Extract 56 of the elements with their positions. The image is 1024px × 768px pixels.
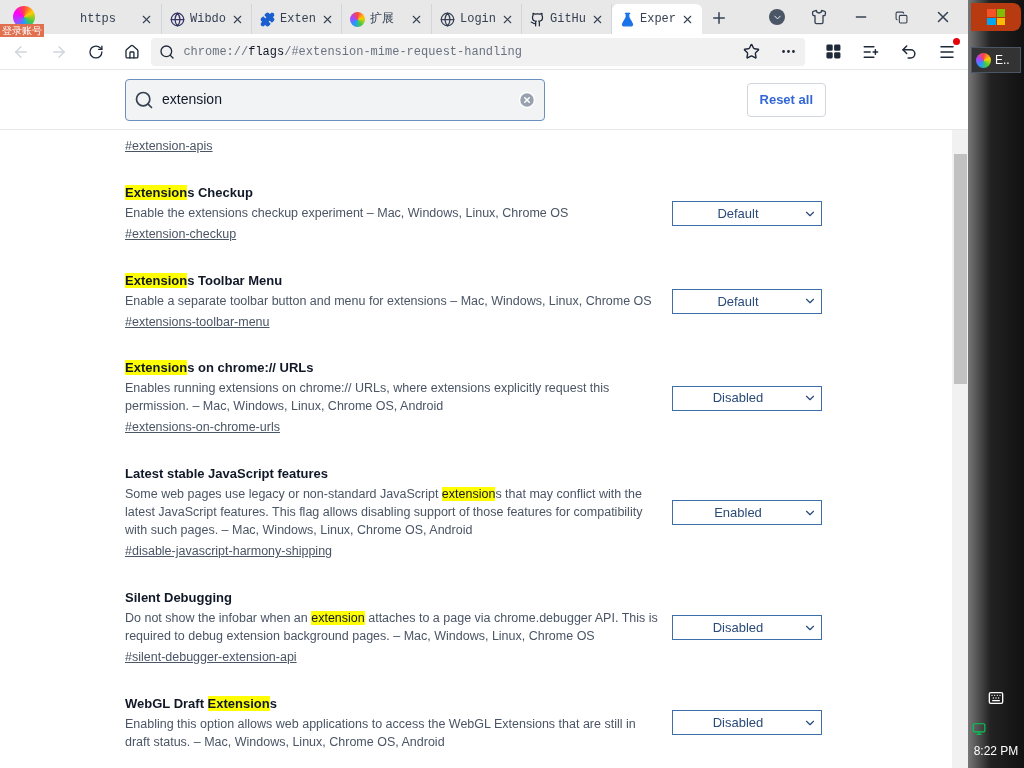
flag-link[interactable]: #extensions-toolbar-menu [125, 312, 270, 332]
flag-link[interactable]: #silent-debugger-extension-api [125, 647, 297, 667]
flag-link[interactable]: #extension-apis [125, 137, 213, 156]
flag-select[interactable]: Disabled [672, 385, 822, 411]
flag-link[interactable]: #disable-javascript-harmony-shipping [125, 542, 333, 561]
globe-icon [440, 11, 455, 27]
flag-description: Enable a separate toolbar button and menu for extensions – Mac, Windows, Linux, Chrome OS [125, 292, 653, 310]
flag-description: Enabling this option allows web applications to access the WebGL Extensions that are still in draft status. – Mac, Windows, Linux, Chrome OS, Android [125, 715, 637, 751]
flag-select[interactable]: Default [672, 201, 822, 227]
windows-logo-icon [987, 9, 1005, 25]
restore-icon[interactable] [895, 10, 908, 24]
clock: 8:22 PM [973, 743, 1019, 760]
github-icon [530, 11, 545, 27]
flag-title: WebGL Draft Extensions [125, 694, 278, 712]
flag-title: Silent Debugging [125, 588, 233, 606]
flag-title: Latest stable JavaScript features [125, 465, 330, 482]
flag-title: Extensions Toolbar Menu [125, 271, 284, 289]
browser-tab[interactable]: Wibdo [162, 4, 252, 34]
flag-select[interactable]: Disabled [672, 710, 822, 735]
flag-description: Enable the extensions checkup experiment – Mac, Windows, Linux, Chrome OS [125, 204, 570, 222]
taskbar-button[interactable]: E.. [971, 47, 1021, 73]
clear-icon[interactable] [518, 90, 536, 109]
search-icon [134, 89, 154, 110]
address-bar[interactable]: chrome://flags/#extension-mime-request-handling [151, 37, 806, 66]
undo-icon[interactable] [900, 42, 918, 61]
browser-tab[interactable]: Login [432, 4, 522, 34]
globe-icon [170, 11, 185, 27]
browser-tab[interactable]: Exper [612, 4, 702, 34]
flag-description: Some web pages use legacy or non-standard JavaScript extensions that may conflict with the latest JavaScript features. This flag allows disabling support of those features for compatibility with such pages. – Mac, Windows, Linux, Chrome OS, Android [125, 486, 644, 539]
home-icon[interactable] [123, 43, 140, 60]
reset-all-button[interactable]: Reset all [746, 82, 826, 117]
flag-description: Enables running extensions on chrome:// URLs, where extensions explicitly request this permission. – Mac, Windows, Linux, Chrome OS, Android [125, 380, 611, 416]
flag-title: Extensions Checkup [125, 183, 254, 201]
color-wheel-icon [350, 11, 365, 27]
flask-icon [620, 11, 635, 27]
scrollbar[interactable] [952, 130, 968, 768]
search-field[interactable]: extension [125, 78, 545, 121]
flag-link[interactable]: #extensions-on-chrome-urls [125, 418, 280, 437]
bookmark-star-icon[interactable] [743, 43, 761, 60]
browser-tab[interactable]: Exten [252, 4, 342, 34]
new-tab-icon[interactable] [710, 9, 728, 27]
flag-title: Extensions on chrome:// URLs [125, 359, 315, 377]
flag-description: Do not show the infobar when an extension attaches to a page via chrome.debugger API. This is required to debug extension background pages. – Mac, Windows, Linux, Chrome OS [125, 609, 659, 645]
flag-select[interactable]: Default [672, 288, 822, 314]
flag-select[interactable]: Disabled [672, 615, 822, 641]
shirt-icon[interactable] [811, 9, 827, 25]
flag-link[interactable]: #extension-checkup [125, 224, 237, 244]
flag-select[interactable]: Enabled [672, 500, 822, 526]
browser-tab[interactable]: 扩展 [342, 4, 432, 34]
start-button[interactable] [971, 3, 1021, 31]
apps-icon[interactable] [825, 43, 843, 60]
browser-tab[interactable]: https [72, 4, 162, 34]
reload-icon[interactable] [87, 43, 104, 60]
puzzle-icon [260, 11, 275, 27]
search-icon [159, 43, 176, 60]
keyboard-icon[interactable] [988, 690, 1004, 706]
